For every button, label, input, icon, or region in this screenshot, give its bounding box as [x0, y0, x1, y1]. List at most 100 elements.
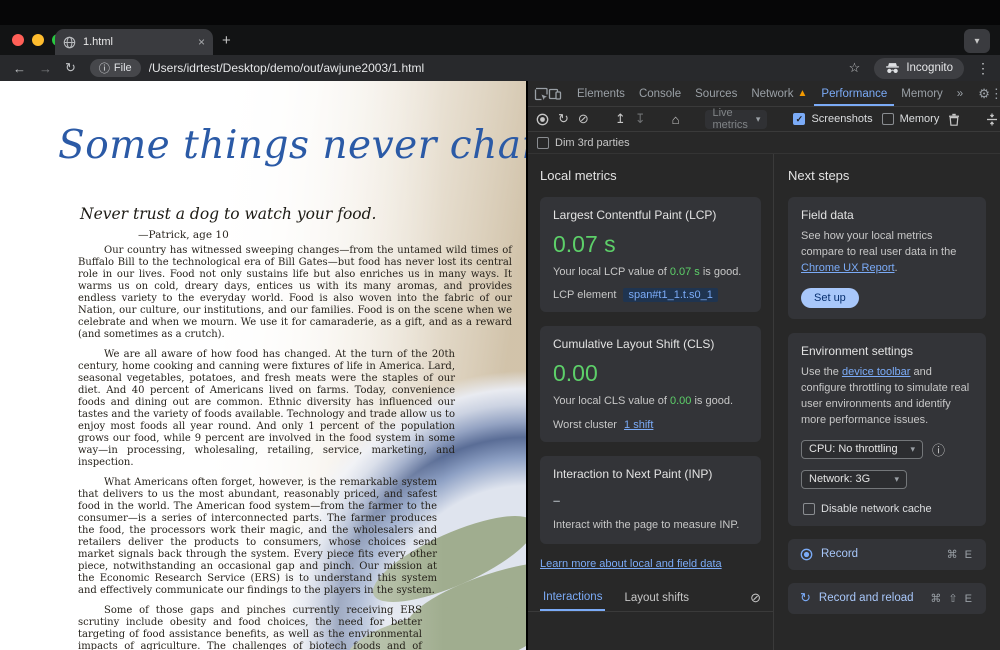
record-reload-icon[interactable]: ↻	[558, 111, 569, 127]
clear-interactions-icon[interactable]: ⊘	[750, 590, 761, 606]
close-window-button[interactable]	[12, 34, 24, 46]
environment-title: Environment settings	[801, 344, 973, 358]
incognito-label: Incognito	[906, 62, 953, 74]
cls-cluster-label: Worst cluster	[553, 419, 617, 431]
lcp-desc-prefix: Your local LCP value of	[553, 266, 670, 278]
field-data-title: Field data	[801, 208, 973, 222]
live-metrics-select[interactable]: Live metrics ▾	[705, 110, 767, 129]
local-metrics-column: Local metrics Largest Contentful Paint (…	[528, 154, 774, 650]
paragraph: Our country has witnessed sweeping chang…	[78, 245, 512, 341]
browser-tab[interactable]: 1.html ×	[55, 29, 213, 55]
tab-network-label: Network	[751, 88, 793, 100]
reload-icon[interactable]: ↻	[65, 60, 76, 76]
forward-icon[interactable]: →	[39, 61, 52, 76]
record-button[interactable]: Record ⌘ E	[788, 539, 986, 570]
tab-layout-shifts[interactable]: Layout shifts	[621, 585, 692, 611]
cls-desc-value: 0.00	[670, 395, 691, 407]
tab-elements[interactable]: Elements	[570, 81, 632, 106]
devtools-panel: Elements Console Sources Network ▲ Perfo…	[527, 81, 1000, 650]
screenshots-label: Screenshots	[811, 113, 872, 125]
interactions-tabbar: Interactions Layout shifts ⊘	[528, 585, 773, 612]
page-quote: Never trust a dog to watch your food.	[80, 205, 376, 223]
inspect-element-icon[interactable]	[534, 87, 548, 101]
next-steps-column: Next steps Field data See how your local…	[774, 154, 1000, 650]
page-title: Some things never change	[58, 123, 526, 168]
collect-garbage-icon[interactable]	[948, 113, 960, 126]
device-toolbar-link[interactable]: device toolbar	[842, 366, 911, 378]
chevron-down-icon: ▾	[756, 114, 761, 125]
address-input[interactable]: /Users/idrtest/Desktop/demo/out/awjune20…	[149, 61, 849, 75]
disable-cache-label: Disable network cache	[821, 503, 932, 515]
environment-text: Use the	[801, 366, 842, 378]
memory-label: Memory	[900, 113, 940, 125]
tab-strip: 1.html × + ▾	[0, 25, 1000, 55]
tab-close-icon[interactable]: ×	[198, 35, 205, 49]
cls-cluster-row: Worst cluster 1 shift	[553, 419, 748, 431]
clear-icon[interactable]: ⊘	[578, 111, 589, 127]
learn-more-link[interactable]: Learn more about local and field data	[540, 558, 722, 570]
cpu-throttling-select[interactable]: CPU: No throttling ▾	[801, 440, 923, 459]
field-data-card: Field data See how your local metrics co…	[788, 197, 986, 319]
disable-cache-checkbox[interactable]: Disable network cache	[803, 503, 973, 515]
upload-profile-icon[interactable]: ↥	[615, 111, 626, 127]
environment-settings-card: Environment settings Use the device tool…	[788, 333, 986, 526]
paragraph: What Americans often forget, however, is…	[78, 477, 437, 597]
cpu-info-icon[interactable]: ⓘ	[932, 440, 945, 459]
lcp-description: Your local LCP value of 0.07 s is good.	[553, 265, 748, 280]
tab-sources[interactable]: Sources	[688, 81, 744, 106]
chevron-down-icon: ▾	[894, 474, 899, 485]
file-scheme-badge[interactable]: ⓘ File	[90, 59, 141, 77]
devtools-menu-icon[interactable]: ⋮	[990, 86, 1000, 102]
record-and-reload-button[interactable]: ↻ Record and reload ⌘ ⇧ E	[788, 583, 986, 614]
lcp-desc-suffix: is good.	[700, 266, 742, 278]
device-toolbar-icon[interactable]	[548, 87, 562, 101]
field-data-body: See how your local metrics compare to re…	[801, 229, 973, 277]
record-and-reload-shortcut: ⌘ ⇧ E	[930, 592, 974, 605]
reload-icon: ↻	[800, 590, 811, 606]
new-tab-button[interactable]: +	[222, 32, 231, 49]
record-and-reload-label: Record and reload	[819, 592, 914, 604]
window-titlebar	[0, 0, 1000, 25]
tab-memory[interactable]: Memory	[894, 81, 950, 106]
crux-report-link[interactable]: Chrome UX Report	[801, 262, 895, 274]
split-view-icon[interactable]	[986, 113, 998, 126]
inp-value: –	[553, 493, 748, 508]
record-icon[interactable]	[536, 113, 549, 126]
screenshots-checkbox[interactable]: ✓ Screenshots	[793, 113, 872, 125]
tab-performance[interactable]: Performance	[814, 81, 894, 106]
chevron-down-icon: ▾	[910, 444, 915, 455]
inp-card: Interaction to Next Paint (INP) – Intera…	[540, 456, 761, 544]
checkbox-unchecked-icon	[537, 137, 549, 149]
devtools-settings-gear-icon[interactable]: ⚙	[978, 86, 990, 102]
tab-network[interactable]: Network ▲	[744, 81, 814, 106]
cls-title: Cumulative Layout Shift (CLS)	[553, 337, 748, 351]
minimize-window-button[interactable]	[32, 34, 44, 46]
lcp-element-label: LCP element	[553, 289, 616, 301]
dim-3rd-parties-checkbox[interactable]: Dim 3rd parties	[528, 132, 1000, 154]
lcp-element-link[interactable]: span#t1_1.t.s0_1	[623, 288, 717, 302]
record-shortcut: ⌘ E	[947, 548, 974, 561]
tab-title: 1.html	[83, 36, 191, 48]
tab-search-chevron-button[interactable]: ▾	[964, 29, 990, 53]
article-body: Our country has witnessed sweeping chang…	[78, 245, 512, 650]
file-badge-label: File	[114, 62, 132, 74]
dim-3rd-parties-label: Dim 3rd parties	[555, 137, 630, 149]
download-profile-icon[interactable]: ↧	[635, 111, 646, 127]
home-icon[interactable]: ⌂	[672, 112, 680, 127]
cls-desc-suffix: is good.	[691, 395, 733, 407]
field-data-text: See how your local metrics compare to re…	[801, 230, 956, 258]
memory-checkbox[interactable]: Memory	[882, 113, 940, 125]
inp-title: Interaction to Next Paint (INP)	[553, 467, 748, 481]
cls-cluster-link[interactable]: 1 shift	[624, 419, 653, 431]
webpage-viewport: Some things never change Never trust a d…	[0, 81, 526, 650]
tab-console[interactable]: Console	[632, 81, 688, 106]
cpu-select-value: CPU: No throttling	[809, 443, 898, 455]
tab-interactions[interactable]: Interactions	[540, 585, 605, 611]
performance-toolbar: ↻ ⊘ ↥ ↧ ⌂ Live metrics ▾ ✓ Screenshots M…	[528, 107, 1000, 132]
more-tabs-icon[interactable]: »	[950, 81, 970, 106]
browser-menu-icon[interactable]: ⋮	[976, 60, 990, 77]
back-icon[interactable]: ←	[13, 61, 26, 76]
set-up-button[interactable]: Set up	[801, 288, 859, 308]
bookmark-star-icon[interactable]: ☆	[849, 60, 861, 76]
network-throttling-select[interactable]: Network: 3G ▾	[801, 470, 907, 489]
